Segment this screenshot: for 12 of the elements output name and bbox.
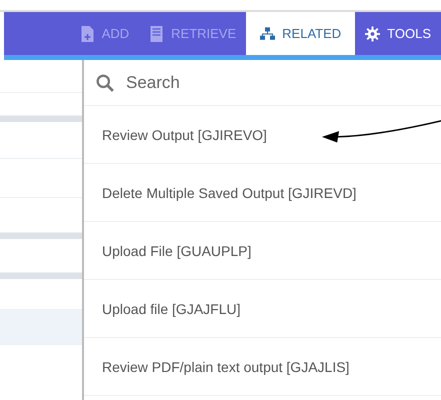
menu-item[interactable]: Upload File [GUAUPLP] <box>84 222 441 280</box>
hierarchy-icon <box>260 26 276 42</box>
toolbar-tab[interactable]: RELATED <box>246 12 356 55</box>
menu-item[interactable]: Delete Multiple Saved Output [GJIREVD] <box>84 164 441 222</box>
document-add-icon <box>80 26 95 42</box>
search-icon <box>96 74 114 92</box>
menu-item[interactable]: Upload file [GJAJFLU] <box>84 280 441 338</box>
gear-icon <box>365 26 380 42</box>
menu-item[interactable]: Review PDF/plain text output [GJAJLIS] <box>84 338 441 396</box>
toolbar-tab[interactable]: TOOLS <box>355 12 441 55</box>
document-icon <box>149 26 164 42</box>
menu-item[interactable]: Review Output [GJIREVO] <box>84 106 441 164</box>
